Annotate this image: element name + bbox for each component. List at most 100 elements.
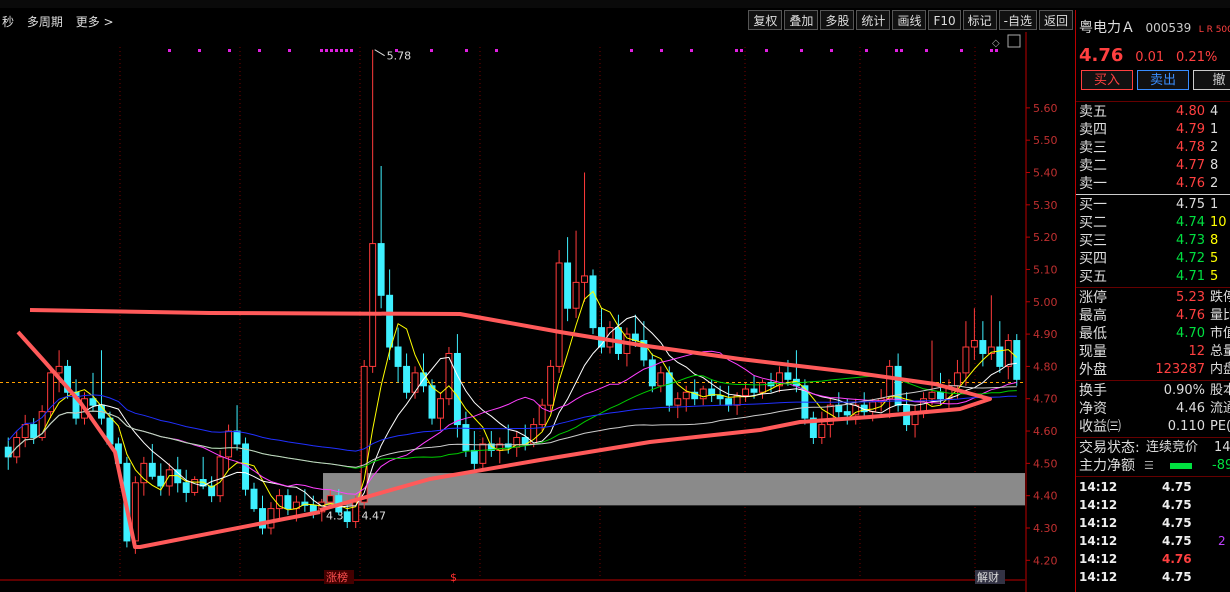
stat-value: 4.46 — [1176, 401, 1205, 416]
tick-row: 14:12 4.76 — [1076, 550, 1230, 568]
event-dot — [925, 49, 928, 52]
event-dot — [345, 49, 348, 52]
bid-price: 4.74 — [1176, 215, 1205, 230]
remove-watchlist-button[interactable]: -自选 — [998, 10, 1037, 30]
last-price: 4.76 — [1079, 45, 1124, 66]
stat-extra: 总量 — [1210, 344, 1230, 359]
stock-name: 粤电力Ａ — [1079, 20, 1135, 36]
tick-time: 14:12 — [1079, 534, 1118, 548]
candle-body — [759, 382, 766, 393]
stat-value: 0.110 — [1167, 419, 1205, 434]
ask-label: 卖一 — [1079, 176, 1107, 192]
tick-time: 14:12 — [1079, 498, 1118, 512]
price-tick-label: 4.60 — [1033, 425, 1058, 438]
candle-body — [4, 446, 12, 458]
stat-row: 最高 4.76 量比 — [1076, 307, 1230, 325]
stat-label: 最高 — [1079, 308, 1107, 324]
back-button[interactable]: 返回 — [1038, 10, 1073, 30]
bid-volume: 8 — [1210, 233, 1219, 248]
candle-body — [148, 462, 156, 477]
candle-body — [742, 388, 750, 396]
stat-value: 12 — [1188, 344, 1205, 359]
candle-body — [581, 275, 589, 283]
price-tick-label: 4.20 — [1033, 554, 1058, 567]
candle-body — [589, 275, 597, 329]
candle-body — [716, 394, 724, 400]
overlay-button[interactable]: 叠加 — [784, 10, 819, 30]
event-dot — [690, 49, 693, 52]
bid-row: 买二 4.74 10 — [1076, 214, 1230, 232]
multi-stock-button[interactable]: 多股 — [820, 10, 855, 30]
price-tick-label: 5.00 — [1033, 296, 1058, 309]
event-dot — [765, 49, 768, 52]
stat-value: 123287 — [1155, 362, 1205, 377]
event-dot — [340, 49, 343, 52]
sell-button[interactable]: 卖出 — [1137, 70, 1189, 90]
candle-body — [250, 488, 258, 510]
candle-body — [843, 411, 851, 416]
candle-body — [377, 243, 385, 296]
f10-button[interactable]: F10 — [928, 10, 961, 30]
list-icon[interactable]: ☰ — [1144, 457, 1154, 475]
event-dot — [198, 49, 201, 52]
buy-button[interactable]: 买入 — [1081, 70, 1133, 90]
tick-volume: 2 — [1218, 534, 1226, 548]
finance-marker: 解财 — [977, 570, 999, 584]
bid-volume: 1 — [1210, 197, 1219, 212]
candle-body — [750, 388, 758, 393]
candle-body — [674, 398, 682, 406]
tick-price: 4.75 — [1162, 534, 1192, 548]
price-tick-label: 5.20 — [1033, 231, 1058, 244]
main-flow-bar — [1170, 463, 1192, 469]
ask-volume: 1 — [1210, 122, 1219, 137]
cancel-order-button[interactable]: 撤 — [1193, 70, 1230, 90]
candle-body — [648, 359, 656, 387]
tick-time: 14:12 — [1079, 552, 1118, 566]
candle-body — [470, 449, 478, 464]
statistics-button[interactable]: 统计 — [856, 10, 891, 30]
candle-body — [165, 469, 173, 487]
bid-row: 买五 4.71 5 — [1076, 268, 1230, 286]
ask-row: 卖三 4.78 2 — [1076, 139, 1230, 157]
candle-body — [428, 385, 436, 419]
main-flow-label: 主力净额 — [1079, 458, 1135, 474]
candle-body — [174, 469, 182, 484]
ask-price: 4.79 — [1176, 122, 1205, 137]
event-dot — [865, 49, 868, 52]
ask-row: 卖一 4.76 2 — [1076, 175, 1230, 193]
candle-body — [55, 365, 63, 374]
tick-price: 4.75 — [1162, 498, 1192, 512]
candle-body — [360, 365, 368, 503]
candle-body — [555, 262, 563, 367]
ask-price: 4.78 — [1176, 140, 1205, 155]
stock-header: 粤电力Ａ 000539 L R 500 — [1079, 17, 1230, 37]
toolbar-right-group: 复权 叠加 多股 统计 画线 F10 标记 -自选 返回 — [746, 10, 1073, 32]
price-tick-label: 5.40 — [1033, 167, 1058, 180]
bid-row: 买三 4.73 8 — [1076, 232, 1230, 250]
tick-price: 4.75 — [1162, 480, 1192, 494]
stat-row: 换手 0.90% 股本 — [1076, 382, 1230, 400]
stat-extra: 市值 — [1210, 326, 1230, 341]
maximize-icon — [1007, 34, 1021, 48]
candle-body — [886, 365, 894, 400]
period-seconds-tab[interactable]: 秒 — [2, 15, 14, 29]
order-book: 卖五 4.80 4 卖四 4.79 1 卖三 4.78 2 卖二 4.77 8 卖一 4.76 2 … — [1076, 100, 1230, 586]
price-line: 4.76 0.01 0.21% — [1079, 45, 1217, 66]
candle-body — [996, 346, 1004, 367]
tick-row: 14:12 4.75 — [1076, 478, 1230, 496]
price-tick-label: 5.50 — [1033, 134, 1058, 147]
limit-up-marker: 涨榜 — [326, 570, 348, 584]
candle-body — [962, 346, 970, 374]
candle-body — [267, 508, 275, 529]
adjust-rights-button[interactable]: 复权 — [748, 10, 783, 30]
price-tick-label: 4.40 — [1033, 490, 1058, 503]
kline-chart[interactable]: 5.60 5.50 5.40 5.30 5.20 5.10 5.00 4.90 4.80 4.70… — [0, 32, 1075, 592]
event-dot — [168, 49, 171, 52]
more-menu[interactable]: 更多 > — [76, 15, 114, 29]
window-top-strip — [0, 0, 1230, 8]
bid-label: 买五 — [1079, 269, 1107, 285]
multi-period-tab[interactable]: 多周期 — [27, 15, 63, 29]
chart-toolbar: 秒 多周期 更多 > 复权 叠加 多股 统计 画线 F10 标记 -自选 返回 — [0, 10, 1075, 32]
draw-line-button[interactable]: 画线 — [892, 10, 927, 30]
mark-button[interactable]: 标记 — [962, 10, 997, 30]
